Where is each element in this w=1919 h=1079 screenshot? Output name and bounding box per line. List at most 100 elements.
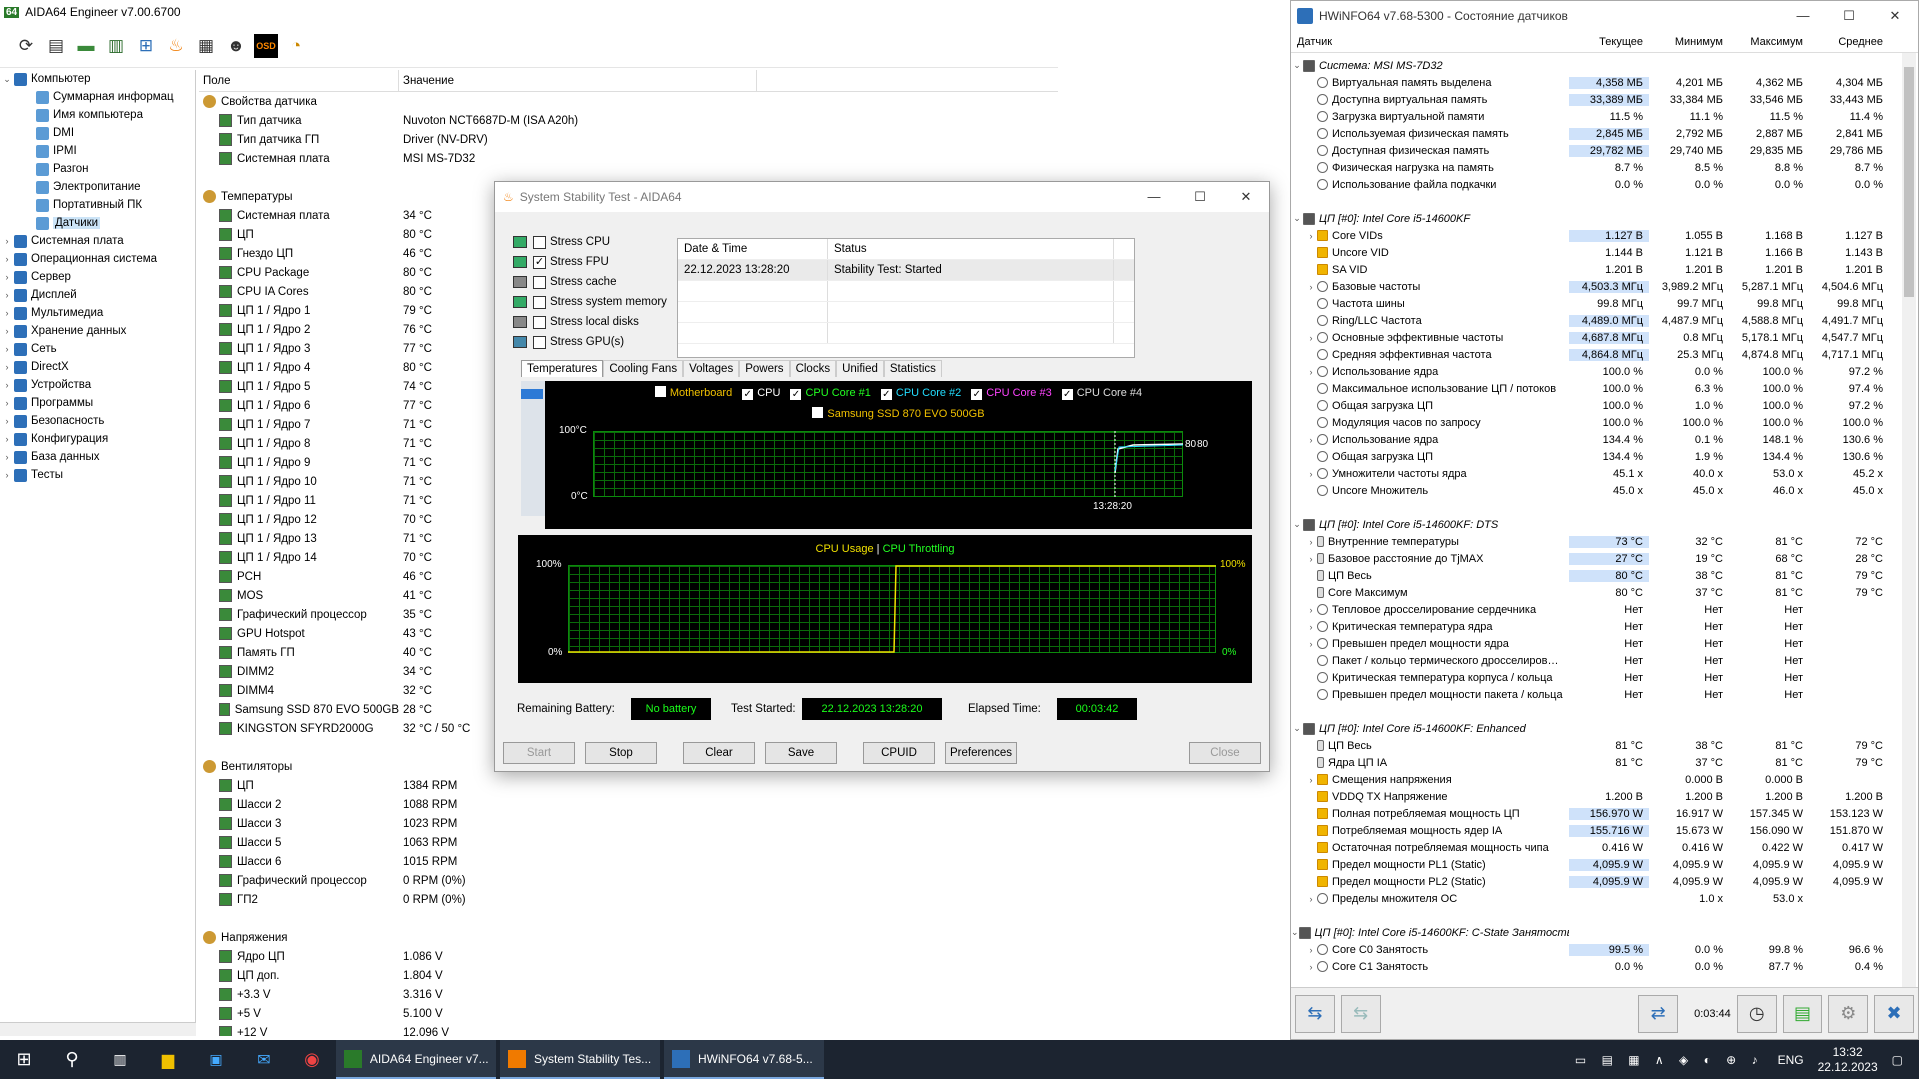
sensor-row[interactable] bbox=[1291, 499, 1918, 516]
sensor-row[interactable]: › Core C1 Занятость 0.0 % 0.0 % 87.7 % 0.4 % bbox=[1291, 958, 1918, 975]
minimize-button[interactable]: — bbox=[1780, 8, 1826, 24]
tree-item[interactable]: › Системная плата bbox=[0, 232, 195, 250]
start-button[interactable]: ⊞ bbox=[0, 1040, 48, 1079]
chevron-right-icon[interactable]: › bbox=[1305, 554, 1317, 564]
flame-icon[interactable]: ♨ bbox=[164, 34, 188, 58]
motherboard-icon[interactable]: ▬ bbox=[74, 34, 98, 58]
sensor-row[interactable]: › Умножители частоты ядра 45.1 x 40.0 x 53.0… bbox=[1291, 465, 1918, 482]
tab-cooling-fans[interactable]: Cooling Fans bbox=[603, 360, 684, 377]
chevron-right-icon[interactable]: › bbox=[0, 362, 14, 372]
start-button[interactable]: Start bbox=[503, 742, 575, 764]
col-value[interactable]: Значение bbox=[399, 70, 757, 91]
chevron-right-icon[interactable]: › bbox=[1305, 894, 1317, 904]
chevron-right-icon[interactable]: › bbox=[1305, 367, 1317, 377]
tree-item[interactable]: › Сервер bbox=[0, 268, 195, 286]
chevron-right-icon[interactable]: › bbox=[0, 326, 14, 336]
tree-item[interactable]: Имя компьютера bbox=[0, 106, 195, 124]
tree-item[interactable]: › Хранение данных bbox=[0, 322, 195, 340]
sensor-row[interactable]: Частота шины 99.8 МГц 99.7 МГц 99.8 МГц 99.8… bbox=[1291, 295, 1918, 312]
sensor-row[interactable]: › Базовое расстояние до TjMAX 27 °C 19 °C 68… bbox=[1291, 550, 1918, 567]
store-icon[interactable]: ▣ bbox=[192, 1040, 240, 1079]
refresh-icon[interactable]: ⟳ bbox=[14, 34, 38, 58]
checkbox[interactable]: ✓ bbox=[533, 255, 546, 269]
chevron-down-icon[interactable]: ⌄ bbox=[1291, 60, 1303, 71]
chevron-right-icon[interactable]: › bbox=[0, 254, 14, 264]
sensor-row[interactable]: › Критическая температура ядра Нет Нет Нет bbox=[1291, 618, 1918, 635]
stress-option[interactable]: Stress system memory bbox=[513, 292, 667, 312]
clock[interactable]: 13:32 22.12.2023 bbox=[1818, 1045, 1878, 1075]
sensor-group[interactable]: ⌄ ЦП [#0]: Intel Core i5-14600KF bbox=[1291, 210, 1918, 227]
tree-item[interactable]: › DirectX bbox=[0, 358, 195, 376]
sensor-row[interactable]: Превышен предел мощности пакета / кольца… bbox=[1291, 686, 1918, 703]
legend-item[interactable]: ✓ CPU Core #1 bbox=[790, 387, 871, 400]
legend-checkbox[interactable] bbox=[812, 407, 824, 418]
sensor-row[interactable]: Доступная физическая память 29,782 МБ 29,7… bbox=[1291, 142, 1918, 159]
tab-temperatures[interactable]: Temperatures bbox=[521, 360, 604, 377]
tree-item[interactable]: › Безопасность bbox=[0, 412, 195, 430]
col-datetime[interactable]: Date & Time bbox=[678, 239, 828, 259]
sensor-row[interactable]: › Core VIDs 1.127 В 1.055 В 1.168 В 1.127 В bbox=[1291, 227, 1918, 244]
hwinfo-scrollbar[interactable] bbox=[1902, 53, 1916, 987]
legend-checkbox[interactable]: ✓ bbox=[790, 389, 802, 400]
sensor-row[interactable]: Ядра ЦП IA 81 °C 37 °C 81 °C 79 °C bbox=[1291, 754, 1918, 771]
sensor-row[interactable]: Общая загрузка ЦП 134.4 % 1.9 % 134.4 % 130.… bbox=[1291, 448, 1918, 465]
sensor-row[interactable] bbox=[1291, 907, 1918, 924]
sensor-row[interactable]: Uncore VID 1.144 В 1.121 В 1.166 В 1.143 В bbox=[1291, 244, 1918, 261]
tab-unified[interactable]: Unified bbox=[836, 360, 884, 377]
clear-button[interactable]: Clear bbox=[683, 742, 755, 764]
col-max[interactable]: Максимум bbox=[1729, 36, 1809, 48]
chevron-down-icon[interactable]: ⌄ bbox=[1291, 519, 1303, 530]
legend-checkbox[interactable]: ✓ bbox=[880, 389, 892, 400]
col-current[interactable]: Текущее bbox=[1569, 36, 1649, 48]
network-icon[interactable]: ⊞ bbox=[134, 34, 158, 58]
sensor-row[interactable]: Физическая нагрузка на память 8.7 % 8.5 % 8… bbox=[1291, 159, 1918, 176]
stress-option[interactable]: Stress GPU(s) bbox=[513, 332, 667, 352]
chevron-right-icon[interactable]: › bbox=[1305, 435, 1317, 445]
chevron-right-icon[interactable]: › bbox=[1305, 469, 1317, 479]
sensor-row[interactable]: › Базовые частоты 4,503.3 МГц 3,989.2 МГц 5,… bbox=[1291, 278, 1918, 295]
sensor-row[interactable]: Core Максимум 80 °C 37 °C 81 °C 79 °C bbox=[1291, 584, 1918, 601]
legend-item[interactable]: ✓ CPU Core #2 bbox=[880, 387, 961, 400]
tree-item[interactable]: › Программы bbox=[0, 394, 195, 412]
calendar-icon[interactable]: ▦ bbox=[194, 34, 218, 58]
tree-scrollbar[interactable] bbox=[0, 1022, 196, 1036]
col-status[interactable]: Status bbox=[828, 239, 1114, 259]
chevron-down-icon[interactable]: ⌄ bbox=[1291, 927, 1299, 938]
chevron-right-icon[interactable]: › bbox=[0, 290, 14, 300]
sensor-row[interactable]: Использование файла подкачки 0.0 % 0.0 % 0.… bbox=[1291, 176, 1918, 193]
chevron-right-icon[interactable]: › bbox=[1305, 775, 1317, 785]
chevron-right-icon[interactable]: › bbox=[1305, 639, 1317, 649]
sensor-row[interactable]: Критическая температура корпуса / кольца… bbox=[1291, 669, 1918, 686]
sensor-row[interactable]: Загрузка виртуальной памяти 11.5 % 11.1 % 1… bbox=[1291, 108, 1918, 125]
osd-icon[interactable]: OSD bbox=[254, 33, 278, 58]
stress-option[interactable]: Stress local disks bbox=[513, 312, 667, 332]
save-button[interactable]: Save bbox=[765, 742, 837, 764]
sensor-row[interactable]: Доступна виртуальная память 33,389 МБ 33,3… bbox=[1291, 91, 1918, 108]
clock-icon[interactable]: ◷ bbox=[1736, 994, 1777, 1033]
tree-item[interactable]: › Сеть bbox=[0, 340, 195, 358]
report-icon[interactable]: ▤ bbox=[1782, 994, 1823, 1033]
sensor-row[interactable]: Предел мощности PL2 (Static) 4,095.9 W 4,0… bbox=[1291, 873, 1918, 890]
maximize-button[interactable]: ☐ bbox=[1177, 189, 1223, 205]
legend-item[interactable]: ✓ CPU Core #4 bbox=[1061, 387, 1142, 400]
chevron-right-icon[interactable]: › bbox=[1305, 622, 1317, 632]
language-indicator[interactable]: ENG bbox=[1778, 1053, 1804, 1067]
col-avg[interactable]: Среднее bbox=[1809, 36, 1889, 48]
taskbar-app[interactable]: HWiNFO64 v7.68-5... bbox=[664, 1040, 824, 1079]
chevron-right-icon[interactable]: › bbox=[0, 380, 14, 390]
chevron-right-icon[interactable]: › bbox=[1305, 333, 1317, 343]
legend-checkbox[interactable]: ✓ bbox=[971, 389, 983, 400]
close-button[interactable]: ✕ bbox=[1872, 8, 1918, 24]
chevron-right-icon[interactable]: › bbox=[1305, 282, 1317, 292]
notification-icon[interactable]: ▢ bbox=[1892, 1053, 1903, 1067]
tree-item[interactable]: › Устройства bbox=[0, 376, 195, 394]
chrome-icon[interactable]: ◉ bbox=[288, 1040, 336, 1079]
chevron-right-icon[interactable]: › bbox=[0, 434, 14, 444]
close-button[interactable]: ✕ bbox=[1223, 189, 1269, 205]
memory-icon[interactable]: ▥ bbox=[104, 34, 128, 58]
taskbar-app[interactable]: AIDA64 Engineer v7... bbox=[336, 1040, 496, 1079]
sensor-row[interactable]: › Использование ядра 134.4 % 0.1 % 148.1 % 13… bbox=[1291, 431, 1918, 448]
maximize-button[interactable]: ☐ bbox=[1826, 8, 1872, 24]
sensor-row[interactable]: ЦП Весь 81 °C 38 °C 81 °C 79 °C bbox=[1291, 737, 1918, 754]
chevron-right-icon[interactable]: › bbox=[0, 272, 14, 282]
